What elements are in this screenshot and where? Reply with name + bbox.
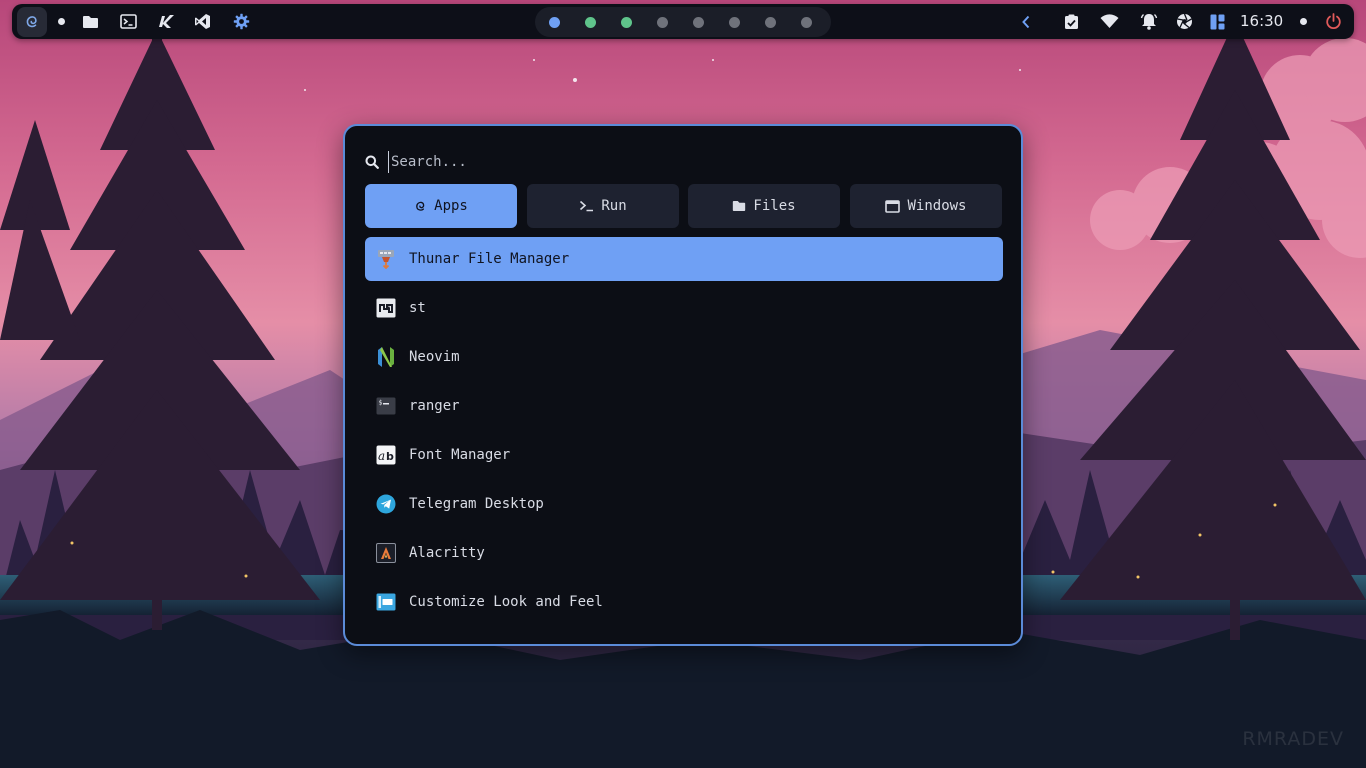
status-dot bbox=[54, 4, 68, 39]
list-item-label: Customize Look and Feel bbox=[409, 594, 603, 610]
neovim-icon bbox=[375, 346, 397, 368]
list-item-thunar-file-manager[interactable]: Thunar File Manager bbox=[365, 237, 1003, 281]
status-dot bbox=[1296, 4, 1310, 39]
list-item-telegram-desktop[interactable]: Telegram Desktop bbox=[365, 482, 1003, 526]
customize-icon bbox=[375, 591, 397, 613]
clock[interactable]: 16:30 bbox=[1240, 4, 1283, 39]
tab-label: Files bbox=[753, 198, 796, 214]
aperture-icon[interactable] bbox=[1174, 4, 1194, 39]
app-launcher-panel: Apps Run Files Windows Thunar File Manag… bbox=[343, 124, 1023, 646]
list-item-label: Font Manager bbox=[409, 447, 511, 463]
list-item-label: Alacritty bbox=[409, 545, 485, 561]
workspace-dot-6[interactable] bbox=[728, 17, 740, 28]
prompt-icon bbox=[580, 200, 594, 212]
list-item-label: Thunar File Manager bbox=[409, 251, 570, 267]
wifi-icon[interactable] bbox=[1098, 4, 1120, 39]
svg-text:b: b bbox=[386, 450, 394, 463]
list-item-neovim[interactable]: Neovim bbox=[365, 335, 1003, 379]
settings-gear-icon[interactable] bbox=[231, 4, 251, 39]
tab-files[interactable]: Files bbox=[688, 184, 840, 228]
tab-windows[interactable]: Windows bbox=[850, 184, 1002, 228]
debian-swirl-icon bbox=[26, 16, 37, 28]
workspace-dot-5[interactable] bbox=[692, 17, 704, 28]
svg-text:a: a bbox=[378, 449, 385, 463]
font-manager-icon: ab bbox=[375, 444, 397, 466]
thunar-icon bbox=[375, 248, 397, 270]
folder-icon[interactable] bbox=[80, 4, 100, 39]
list-item-ranger[interactable]: $ ranger bbox=[365, 384, 1003, 428]
workspace-dot-3[interactable] bbox=[620, 17, 632, 28]
tab-apps[interactable]: Apps bbox=[365, 184, 517, 228]
mode-tabs: Apps Run Files Windows bbox=[365, 184, 1003, 228]
ranger-icon: $ bbox=[375, 395, 397, 417]
debian-swirl-icon bbox=[416, 201, 425, 211]
window-icon bbox=[885, 199, 901, 213]
tab-label: Windows bbox=[907, 198, 967, 214]
alacritty-icon bbox=[375, 542, 397, 564]
list-item-st[interactable]: st bbox=[365, 286, 1003, 330]
layout-icon[interactable] bbox=[1208, 4, 1226, 39]
list-item-label: st bbox=[409, 300, 426, 316]
wallpaper-watermark: RMRADEV bbox=[1242, 728, 1344, 750]
list-item-label: Neovim bbox=[409, 349, 460, 365]
vscode-icon[interactable] bbox=[192, 4, 212, 39]
tab-label: Run bbox=[601, 198, 627, 214]
workspace-dot-2[interactable] bbox=[584, 17, 596, 28]
search-bar bbox=[365, 150, 951, 174]
list-item-alacritty[interactable]: Alacritty bbox=[365, 531, 1003, 575]
telegram-icon bbox=[375, 493, 397, 515]
workspace-dot-4[interactable] bbox=[656, 17, 668, 28]
top-bar: 16:30 bbox=[12, 4, 1354, 39]
search-input[interactable] bbox=[388, 151, 951, 173]
list-item-label: Telegram Desktop bbox=[409, 496, 544, 512]
chevron-left-icon[interactable] bbox=[1018, 4, 1034, 39]
list-item-font-manager[interactable]: ab Font Manager bbox=[365, 433, 1003, 477]
workspace-dot-7[interactable] bbox=[764, 17, 776, 28]
st-icon bbox=[375, 297, 397, 319]
workspace-dot-8[interactable] bbox=[800, 17, 812, 28]
workspace-switcher bbox=[535, 7, 831, 37]
search-icon bbox=[365, 155, 379, 169]
svg-text:$: $ bbox=[379, 399, 383, 407]
power-icon[interactable] bbox=[1323, 4, 1343, 39]
folder-icon bbox=[733, 201, 746, 211]
checklist-icon[interactable] bbox=[1062, 4, 1080, 39]
text-editor-icon[interactable] bbox=[156, 4, 176, 39]
app-launcher-button[interactable] bbox=[17, 7, 47, 37]
tab-label: Apps bbox=[434, 198, 468, 214]
list-item-customize-look-and-feel[interactable]: Customize Look and Feel bbox=[365, 580, 1003, 624]
tab-run[interactable]: Run bbox=[527, 184, 679, 228]
list-item-label: ranger bbox=[409, 398, 460, 414]
terminal-icon[interactable] bbox=[118, 4, 138, 39]
workspace-dot-1[interactable] bbox=[548, 17, 560, 28]
bell-icon[interactable] bbox=[1138, 4, 1160, 39]
